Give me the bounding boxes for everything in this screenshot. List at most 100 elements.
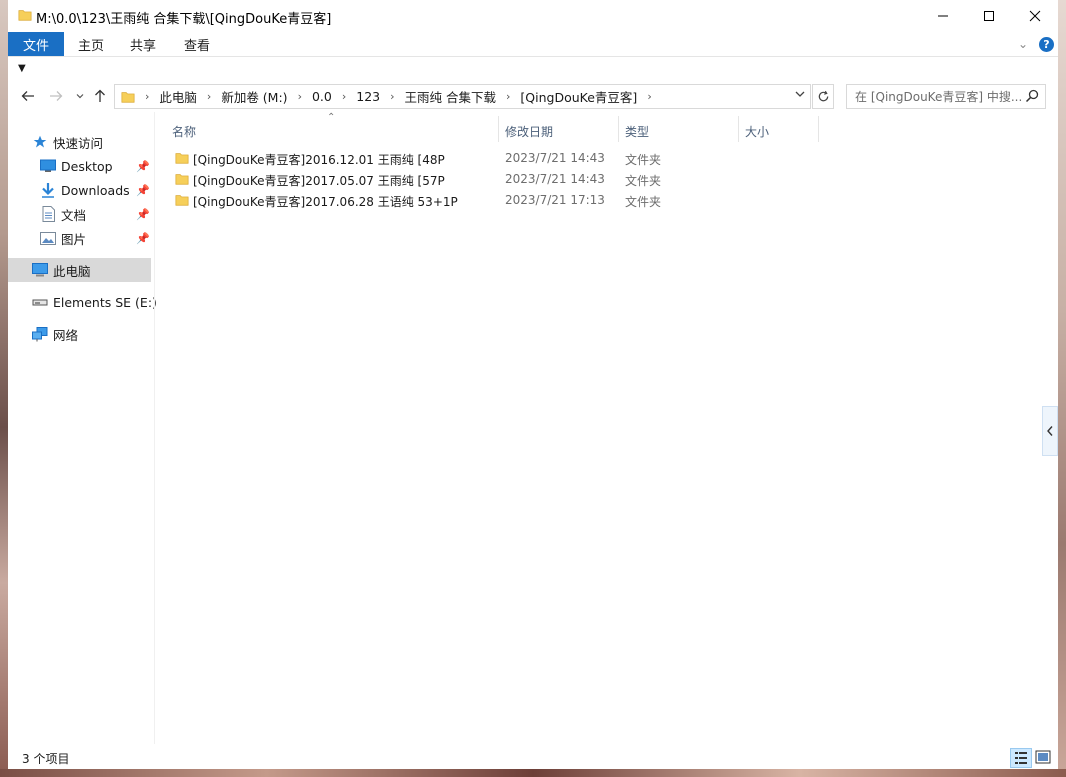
column-header-name[interactable]: 名称 — [172, 120, 492, 142]
folder-icon — [175, 174, 189, 185]
pin-icon[interactable]: 📌 — [136, 208, 150, 221]
navigation-pane: 快速访问 Desktop 📌 Downloads 📌 文档 📌 图片 📌 此电脑… — [8, 112, 157, 744]
details-view-icon — [1015, 752, 1027, 764]
nav-network-label: 网络 — [53, 327, 79, 343]
file-type: 文件夹 — [625, 174, 662, 188]
file-name: [QingDouKe青豆客]2016.12.01 王雨纯 [48P — [193, 153, 445, 167]
breadcrumb-folder-0-0[interactable]: 0.0 — [312, 89, 332, 104]
minimize-button[interactable] — [920, 0, 966, 32]
search-box[interactable]: 在 [QingDouKe青豆客] 中搜... — [846, 84, 1046, 109]
explorer-window: M:\0.0\123\王雨纯 合集下载\[QingDouKe青豆客] 文件 主页… — [8, 0, 1058, 769]
documents-icon — [40, 206, 56, 222]
nav-item-desktop[interactable]: Desktop 📌 — [8, 154, 154, 178]
recent-locations-button[interactable] — [70, 86, 90, 106]
folder-icon — [18, 10, 32, 21]
nav-item-documents[interactable]: 文档 📌 — [8, 202, 154, 226]
file-date: 2023/7/21 14:43 — [505, 172, 605, 186]
quick-access-toolbar: ▼ — [8, 56, 1058, 83]
back-button[interactable] — [18, 86, 38, 106]
breadcrumb-separator[interactable]: › — [207, 90, 211, 103]
tab-share[interactable]: 共享 — [130, 32, 156, 56]
status-bar: 3 个项目 — [8, 746, 1058, 769]
column-header-size[interactable]: 大小 — [745, 120, 815, 142]
downloads-icon — [40, 182, 56, 198]
refresh-button[interactable] — [812, 84, 834, 109]
refresh-icon — [818, 90, 828, 102]
pictures-icon — [40, 230, 56, 246]
nav-quick-access[interactable]: 快速访问 — [8, 130, 154, 154]
column-header-type[interactable]: 类型 — [625, 120, 735, 142]
nav-this-pc[interactable]: 此电脑 — [8, 258, 151, 282]
column-header-date[interactable]: 修改日期 — [505, 120, 615, 142]
details-view-button[interactable] — [1010, 748, 1032, 768]
chevron-down-icon — [76, 94, 84, 99]
breadcrumb-folder-123[interactable]: 123 — [356, 89, 380, 104]
details-pane-toggle[interactable] — [1042, 406, 1058, 456]
customize-toolbar-icon[interactable]: ▼ — [18, 63, 26, 74]
breadcrumb-separator[interactable]: › — [145, 90, 149, 103]
tab-home[interactable]: 主页 — [78, 32, 104, 56]
pin-icon[interactable]: 📌 — [136, 232, 150, 245]
column-divider[interactable] — [738, 116, 739, 142]
folder-icon — [175, 195, 189, 206]
navigation-bar: › 此电脑 › 新加卷 (M:) › 0.0 › 123 › 王雨纯 合集下载 … — [8, 82, 1058, 110]
forward-button[interactable] — [46, 86, 66, 106]
search-icon[interactable] — [1025, 89, 1039, 103]
nav-this-pc-label: 此电脑 — [53, 263, 91, 279]
nav-drive-label: Elements SE (E:) — [53, 294, 157, 310]
up-button[interactable] — [90, 86, 110, 106]
nav-item-pictures[interactable]: 图片 📌 — [8, 226, 154, 250]
nav-item-label: 文档 — [61, 207, 87, 223]
help-icon[interactable]: ? — [1039, 37, 1054, 52]
close-button[interactable] — [1012, 0, 1058, 32]
nav-item-label: Desktop — [61, 158, 113, 174]
table-row[interactable]: [QingDouKe青豆客]2017.05.07 王雨纯 [57P 2023/7… — [155, 169, 795, 190]
tab-view[interactable]: 查看 — [184, 32, 210, 56]
column-divider[interactable] — [498, 116, 499, 142]
nav-quick-access-label: 快速访问 — [53, 135, 104, 151]
column-divider[interactable] — [818, 116, 819, 142]
ribbon-tabs: 文件 主页 共享 查看 ⌄ ? — [8, 32, 1058, 56]
address-dropdown-icon[interactable] — [794, 87, 806, 104]
window-title: M:\0.0\123\王雨纯 合集下载\[QingDouKe青豆客] — [36, 12, 332, 27]
breadcrumb-separator[interactable]: › — [342, 90, 346, 103]
column-divider[interactable] — [618, 116, 619, 142]
breadcrumb-current-folder[interactable]: [QingDouKe青豆客] — [520, 87, 637, 106]
table-row[interactable]: [QingDouKe青豆客]2017.06.28 王语纯 53+1P 2023/… — [155, 190, 795, 211]
breadcrumb-separator[interactable]: › — [647, 90, 651, 103]
breadcrumb-this-pc[interactable]: 此电脑 — [159, 87, 197, 106]
file-name: [QingDouKe青豆客]2017.06.28 王语纯 53+1P — [193, 195, 458, 209]
chevron-down-icon[interactable]: ⌄ — [1018, 37, 1028, 51]
breadcrumb-drive[interactable]: 新加卷 (M:) — [221, 87, 287, 106]
breadcrumb-folder-collection[interactable]: 王雨纯 合集下载 — [405, 87, 496, 106]
large-icons-view-button[interactable] — [1034, 748, 1052, 766]
address-bar[interactable]: › 此电脑 › 新加卷 (M:) › 0.0 › 123 › 王雨纯 合集下载 … — [114, 84, 811, 109]
folder-icon — [121, 91, 135, 103]
file-list: ⌃ 名称 修改日期 类型 大小 [QingDouKe青豆客]2016.12.01… — [155, 112, 1058, 744]
breadcrumb-separator[interactable]: › — [390, 90, 394, 103]
file-date: 2023/7/21 14:43 — [505, 151, 605, 165]
arrow-right-icon — [50, 91, 63, 101]
arrow-up-icon — [95, 89, 105, 102]
pin-icon[interactable]: 📌 — [136, 184, 150, 197]
chevron-left-icon — [1047, 426, 1053, 436]
file-date: 2023/7/21 17:13 — [505, 193, 605, 207]
nav-drive-e[interactable]: Elements SE (E:) — [8, 290, 157, 314]
search-input[interactable]: 在 [QingDouKe青豆客] 中搜... — [855, 88, 1025, 105]
breadcrumb-separator[interactable]: › — [506, 90, 510, 103]
folder-icon — [175, 153, 189, 164]
computer-icon — [32, 262, 48, 278]
maximize-button[interactable] — [966, 0, 1012, 32]
maximize-icon — [984, 11, 994, 21]
title-bar[interactable]: M:\0.0\123\王雨纯 合集下载\[QingDouKe青豆客] — [8, 0, 1058, 32]
desktop-icon — [40, 158, 56, 174]
nav-network[interactable]: 网络 — [8, 322, 154, 346]
close-icon — [1029, 10, 1041, 22]
tab-file[interactable]: 文件 — [8, 32, 64, 56]
breadcrumb-separator[interactable]: › — [298, 90, 302, 103]
pin-icon[interactable]: 📌 — [136, 160, 150, 173]
star-icon — [32, 134, 48, 150]
nav-item-downloads[interactable]: Downloads 📌 — [8, 178, 154, 202]
desktop-wallpaper-left — [0, 0, 8, 777]
table-row[interactable]: [QingDouKe青豆客]2016.12.01 王雨纯 [48P 2023/7… — [155, 148, 795, 169]
